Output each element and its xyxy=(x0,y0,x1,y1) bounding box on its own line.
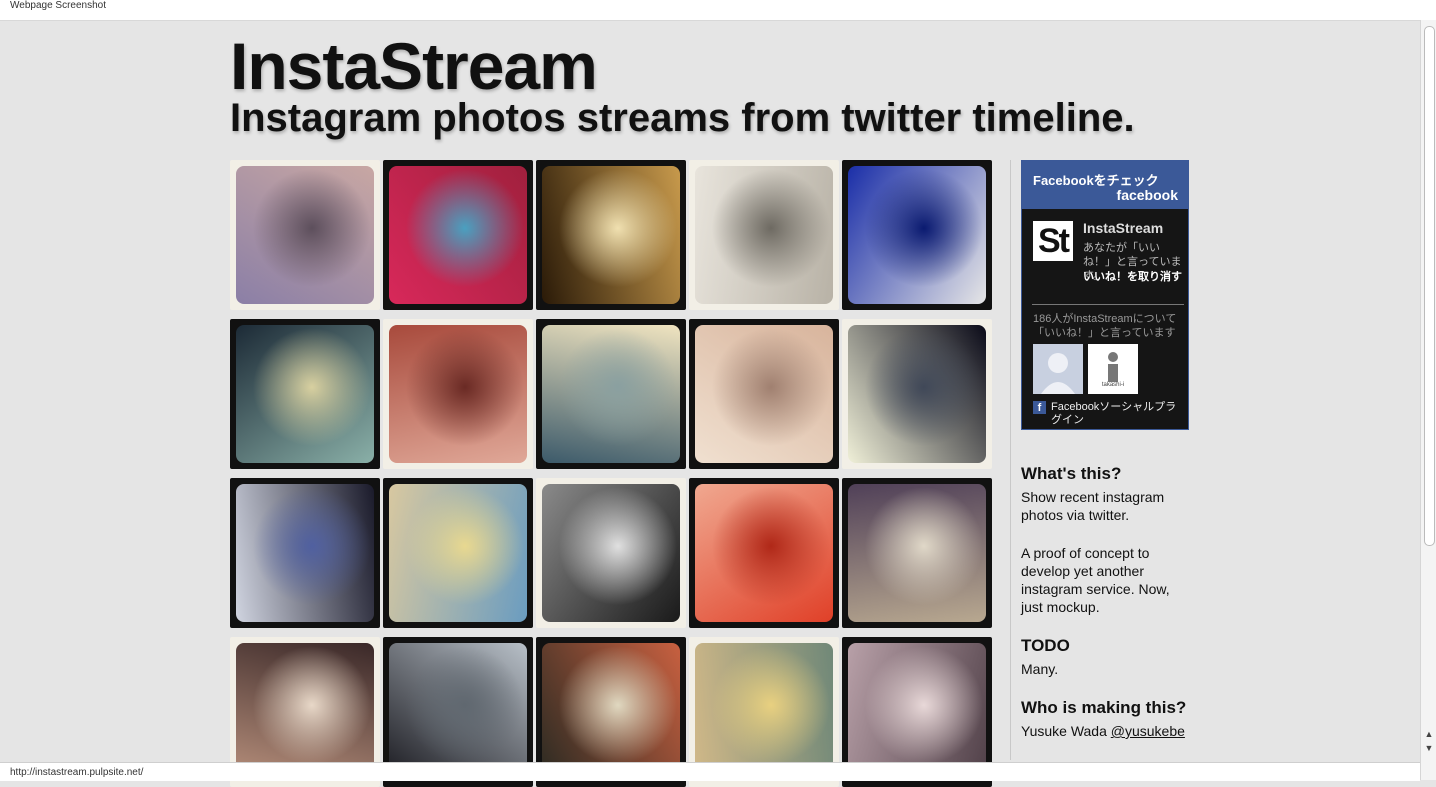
site-subtitle: Instagram photos streams from twitter ti… xyxy=(230,96,1135,140)
photo-image xyxy=(542,484,680,622)
author-name: Yusuke Wada xyxy=(1021,723,1111,739)
scrollbar-thumb[interactable] xyxy=(1424,26,1435,546)
status-bar: http://instastream.pulpsite.net/ xyxy=(0,762,1420,781)
photo-image xyxy=(542,325,680,463)
friend-avatar-label: takashi-i xyxy=(1101,382,1125,388)
column-divider xyxy=(1010,160,1011,760)
facebook-like-box: Facebookをチェック facebook St InstaStream あな… xyxy=(1021,160,1189,430)
photo-image xyxy=(236,484,374,622)
default-avatar-icon xyxy=(1033,344,1083,394)
scroll-down-arrow-icon[interactable]: ▼ xyxy=(1423,742,1435,754)
photo-image xyxy=(848,166,986,304)
photo-thumbnail-stuffed-bear-door[interactable] xyxy=(383,478,533,628)
photo-thumbnail-pool-palm-trees[interactable] xyxy=(536,319,686,469)
photo-thumbnail-child-face[interactable] xyxy=(383,319,533,469)
facebook-f-icon: f xyxy=(1033,401,1046,414)
window-title: Webpage Screenshot xyxy=(10,0,106,11)
site-title: InstaStream xyxy=(230,29,598,103)
photo-image xyxy=(389,166,527,304)
photo-image xyxy=(236,643,374,781)
photo-thumbnail-mini-logo[interactable] xyxy=(536,160,686,310)
photo-thumbnail-bare-trees-sunset[interactable] xyxy=(230,160,380,310)
like-count-text: 186人がInstaStreamについて「いいね！」と言っています xyxy=(1033,313,1177,339)
facebook-separator xyxy=(1032,304,1184,305)
photo-thumbnail-cat-sleeping[interactable] xyxy=(230,319,380,469)
photo-image xyxy=(695,325,833,463)
photo-thumbnail-turntable-mixer[interactable] xyxy=(230,478,380,628)
vertical-scrollbar[interactable]: ▲ ▼ xyxy=(1420,20,1436,780)
photo-image xyxy=(236,325,374,463)
photo-image xyxy=(389,484,527,622)
photo-image xyxy=(695,166,833,304)
photo-image xyxy=(542,643,680,781)
friend-avatar[interactable]: takashi-i xyxy=(1088,344,1138,394)
facebook-header[interactable]: Facebookをチェック facebook xyxy=(1022,161,1188,209)
unlike-link[interactable]: いいね！を取り消す xyxy=(1083,270,1183,284)
proof-of-concept-text: A proof of concept to develop yet anothe… xyxy=(1021,545,1170,615)
author-section: Who is making this? Yusuke Wada @yusukeb… xyxy=(1021,698,1191,740)
whats-this-text: Show recent instagram photos via twitter… xyxy=(1021,489,1165,523)
photo-image xyxy=(695,643,833,781)
author-heading: Who is making this? xyxy=(1021,698,1187,717)
photo-thumbnail-red-toy-cars[interactable] xyxy=(689,478,839,628)
facebook-plugin-link[interactable]: Facebookソーシャルプラグイン xyxy=(1051,401,1185,427)
todo-heading: TODO xyxy=(1021,636,1070,655)
friend-avatar[interactable] xyxy=(1033,344,1083,394)
scroll-up-arrow-icon[interactable]: ▲ xyxy=(1423,728,1435,740)
photo-image xyxy=(848,643,986,781)
whats-this-section: What's this? Show recent instagram photo… xyxy=(1021,464,1191,616)
photo-image xyxy=(848,325,986,463)
whats-this-heading: What's this? xyxy=(1021,464,1122,483)
photo-thumbnail-newborn-baby[interactable] xyxy=(689,319,839,469)
photo-image xyxy=(389,643,527,781)
photo-thumbnail-cheque-sabadell[interactable] xyxy=(689,160,839,310)
window-titlebar: Webpage Screenshot xyxy=(0,0,1436,21)
photo-image xyxy=(236,166,374,304)
status-url: http://instastream.pulpsite.net/ xyxy=(10,767,144,778)
facebook-page-name[interactable]: InstaStream xyxy=(1083,220,1163,236)
photo-thumbnail-red-leaves-building[interactable] xyxy=(383,160,533,310)
photo-thumbnail-sun-through-trees[interactable] xyxy=(842,319,992,469)
photo-thumbnail-ipad-keyboard-coffee[interactable] xyxy=(536,478,686,628)
photo-image xyxy=(389,325,527,463)
twitter-handle-link[interactable]: @yusukebe xyxy=(1111,723,1185,739)
page-logo-icon[interactable]: St xyxy=(1033,221,1073,261)
photo-thumbnail-white-building-blue-sky[interactable] xyxy=(842,160,992,310)
photo-image xyxy=(695,484,833,622)
todo-text: Many. xyxy=(1021,661,1059,677)
todo-section: TODO Many. xyxy=(1021,636,1191,678)
photo-image xyxy=(542,166,680,304)
facebook-brand: facebook xyxy=(1116,187,1178,203)
photo-thumbnail-laptop-desk[interactable] xyxy=(842,478,992,628)
photo-image xyxy=(848,484,986,622)
